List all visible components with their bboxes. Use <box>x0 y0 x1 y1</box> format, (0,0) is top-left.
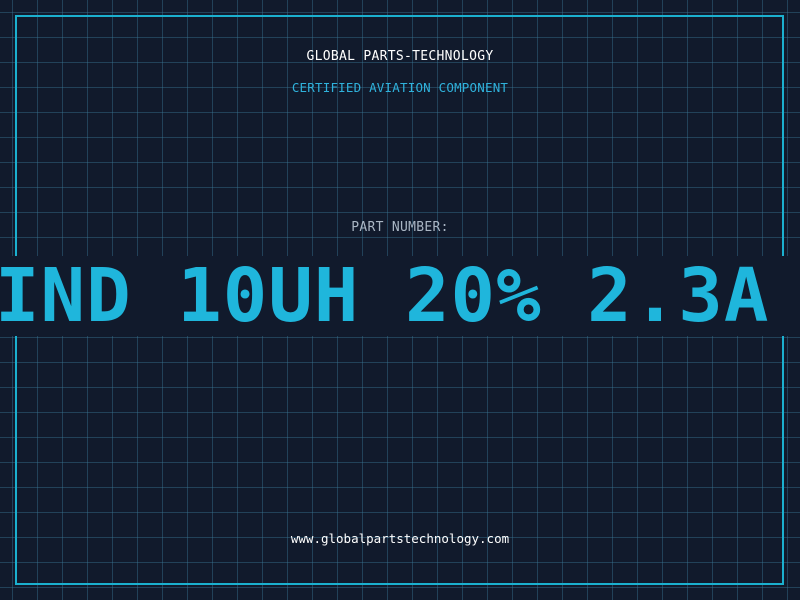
certification-subtitle: CERTIFIED AVIATION COMPONENT <box>291 80 509 95</box>
part-number-band: IND 10UH 20% 2.3A <box>0 256 800 336</box>
brand-title: GLOBAL PARTS-TECHNOLOGY <box>306 49 494 64</box>
part-number-value: IND 10UH 20% 2.3A <box>0 256 770 336</box>
website-url: www.globalpartstechnology.com <box>290 531 510 546</box>
part-number-label: PART NUMBER: <box>351 220 449 235</box>
